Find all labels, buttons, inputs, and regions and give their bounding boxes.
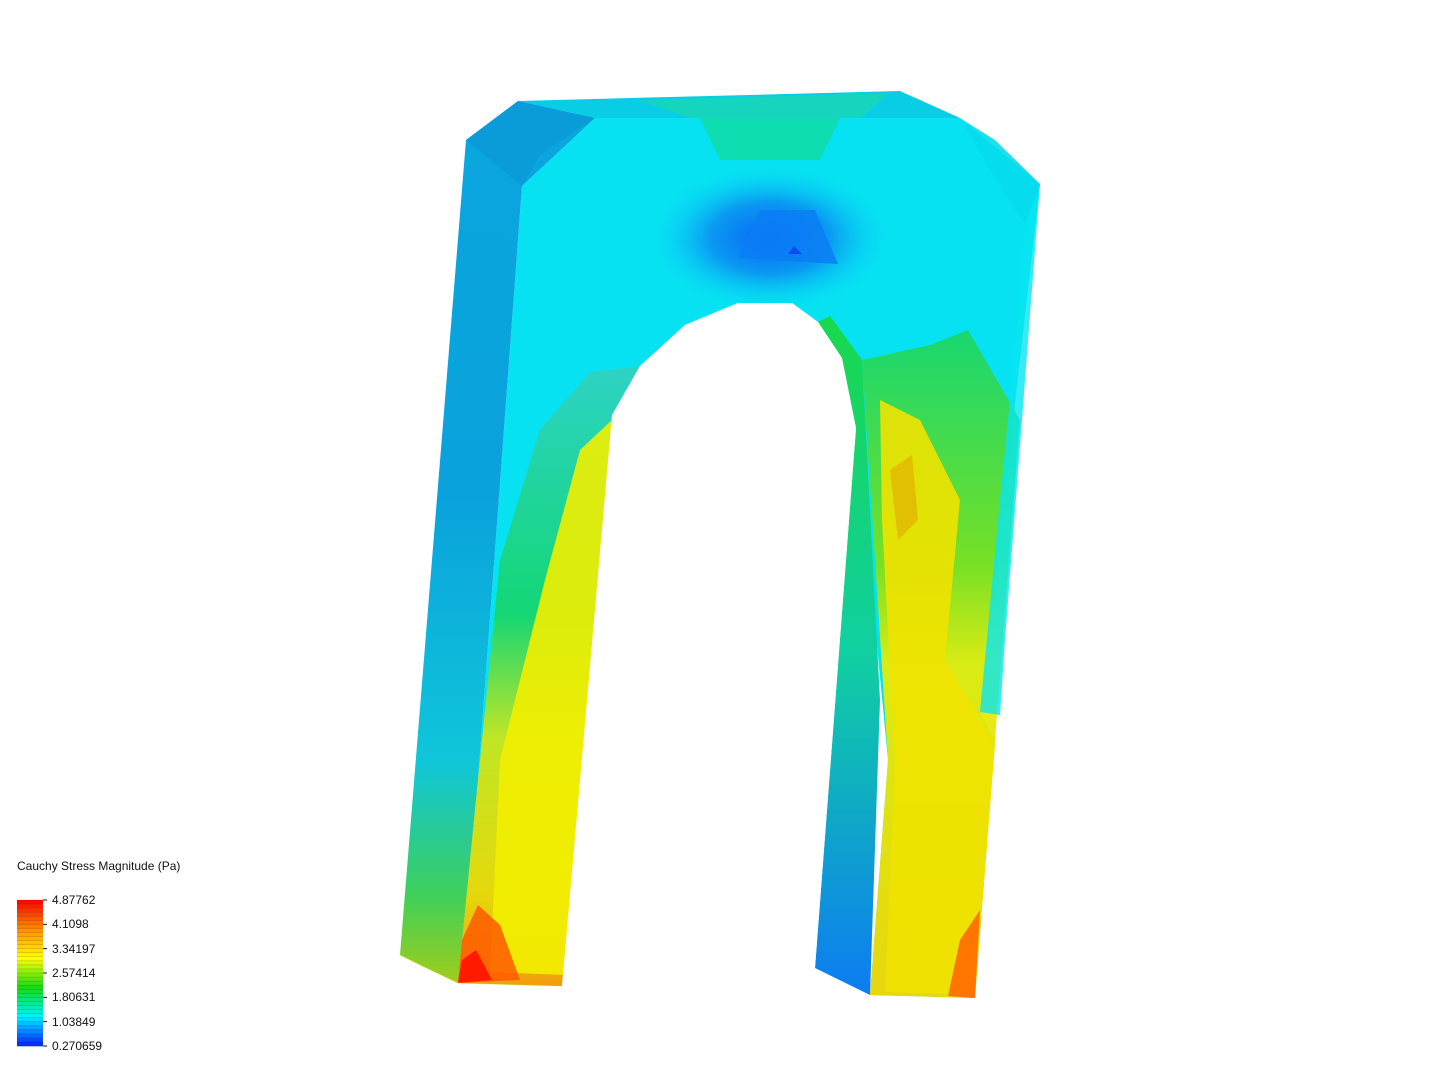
colorbar-band xyxy=(17,900,43,905)
colorbar-band xyxy=(17,952,43,958)
colorbar-band xyxy=(17,1021,43,1027)
colorbar-band xyxy=(17,1025,43,1031)
colorbar-band xyxy=(17,1017,43,1022)
colorbar-band xyxy=(17,944,43,949)
colorbar-band xyxy=(17,993,43,998)
colorbar-band xyxy=(17,968,43,974)
legend-tick-label: 0.270659 xyxy=(52,1039,103,1053)
colorbar-band xyxy=(17,956,43,962)
colorbar-band xyxy=(17,1037,43,1043)
arch-top-stress-band xyxy=(700,118,840,160)
colorbar-band xyxy=(17,940,43,945)
colorbar-band xyxy=(17,997,43,1002)
legend-tick-label: 2.57414 xyxy=(52,966,96,980)
colorbar-band xyxy=(17,1001,43,1006)
legend-tick-label: 4.87762 xyxy=(52,893,96,907)
colorbar-band xyxy=(17,948,43,954)
colorbar-band xyxy=(17,1005,43,1010)
colorbar-band xyxy=(17,977,43,982)
colorbar-band xyxy=(17,1013,43,1018)
colorbar-band xyxy=(17,960,43,966)
colorbar-band xyxy=(17,1009,43,1014)
colorbar-band xyxy=(17,989,43,994)
colorbar-band xyxy=(17,924,43,929)
colorbar-band xyxy=(17,973,43,978)
legend-title: Cauchy Stress Magnitude (Pa) xyxy=(17,859,181,873)
legend-tick-label: 1.03849 xyxy=(52,1014,96,1029)
colorbar-band xyxy=(17,1041,43,1047)
colorbar-band xyxy=(17,936,43,941)
legend-tick-label: 3.34197 xyxy=(52,941,96,956)
colorbar-band xyxy=(17,932,43,937)
colorbar-band xyxy=(17,985,43,990)
colorbar-band xyxy=(17,981,43,986)
colorbar-band xyxy=(17,904,43,909)
colorbar-band xyxy=(17,912,43,917)
colorbar-band xyxy=(17,1029,43,1035)
colorbar-band xyxy=(17,1033,43,1039)
colorbar-band xyxy=(17,920,43,925)
colorbar-band xyxy=(17,916,43,921)
colorbar-band xyxy=(17,928,43,933)
color-legend: Cauchy Stress Magnitude (Pa) 4.87762 4.10… xyxy=(0,0,260,1080)
colorbar-band xyxy=(17,964,43,970)
colorbar-band xyxy=(17,908,43,913)
legend-tick-label: 4.1098 xyxy=(52,917,89,932)
legend-tick-label: 1.80631 xyxy=(52,990,96,1005)
